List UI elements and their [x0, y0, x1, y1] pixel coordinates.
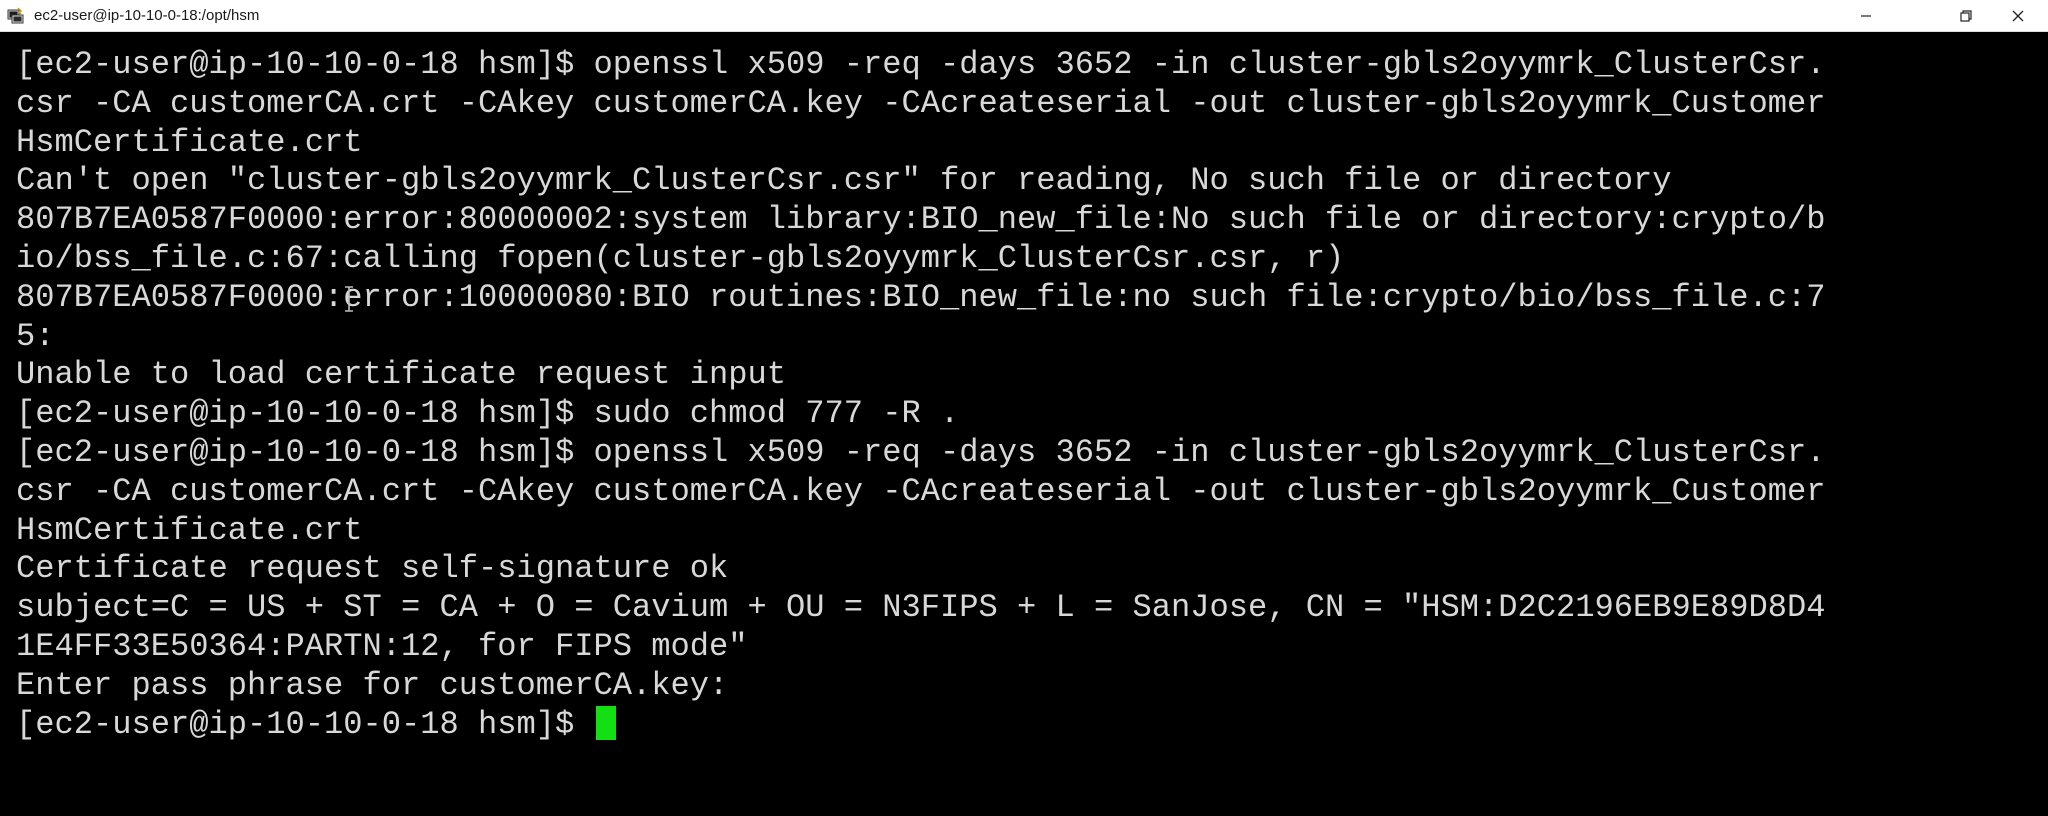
terminal-line: subject=C = US + ST = CA + O = Cavium + … — [16, 589, 1826, 627]
terminal-window: ec2-user@ip-10-10-0-18:/opt/hsm [ec2-use… — [0, 0, 2048, 816]
shell-prompt: [ec2-user@ip-10-10-0-18 hsm]$ — [16, 705, 594, 743]
close-icon — [2012, 10, 2024, 22]
terminal-line: Unable to load certificate request input — [16, 356, 787, 394]
terminal-output[interactable]: [ec2-user@ip-10-10-0-18 hsm]$ openssl x5… — [0, 32, 2048, 816]
maximize-button[interactable] — [1936, 0, 1996, 32]
text-ibeam-cursor-icon — [345, 286, 353, 312]
terminal-line: HsmCertificate.crt — [16, 511, 363, 549]
terminal-line: 1E4FF33E50364:PARTN:12, for FIPS mode" — [16, 627, 748, 665]
minimize-icon — [1861, 15, 1871, 17]
terminal-line: Certificate request self-signature ok — [16, 550, 729, 588]
terminal-line: Can't open "cluster-gbls2oyymrk_ClusterC… — [16, 162, 1672, 200]
terminal-line: [ec2-user@ip-10-10-0-18 hsm]$ openssl x5… — [16, 433, 1826, 471]
restore-icon — [1960, 10, 1972, 22]
terminal-line: io/bss_file.c:67:calling fopen(cluster-g… — [16, 239, 1345, 277]
close-button[interactable] — [1988, 0, 2048, 32]
putty-terminal-icon[interactable] — [6, 7, 24, 25]
terminal-line: csr -CA customerCA.crt -CAkey customerCA… — [16, 84, 1826, 122]
terminal-line: csr -CA customerCA.crt -CAkey customerCA… — [16, 472, 1826, 510]
terminal-line: [ec2-user@ip-10-10-0-18 hsm]$ sudo chmod… — [16, 395, 960, 433]
title-bar[interactable]: ec2-user@ip-10-10-0-18:/opt/hsm — [0, 0, 2048, 32]
terminal-line: 807B7EA0587F0000:error:80000002:system l… — [16, 201, 1826, 239]
window-title: ec2-user@ip-10-10-0-18:/opt/hsm — [34, 7, 260, 24]
terminal-line: [ec2-user@ip-10-10-0-18 hsm]$ openssl x5… — [16, 46, 1826, 83]
terminal-line: Enter pass phrase for customerCA.key: — [16, 666, 729, 704]
terminal-prompt-line[interactable]: [ec2-user@ip-10-10-0-18 hsm]$ — [16, 705, 2048, 745]
minimize-button[interactable] — [1836, 0, 1896, 32]
terminal-line: HsmCertificate.crt — [16, 123, 363, 161]
terminal-line: 807B7EA0587F0000:error:10000080:BIO rout… — [16, 278, 1826, 316]
terminal-cursor — [595, 705, 616, 740]
terminal-line: 5: — [16, 317, 55, 355]
